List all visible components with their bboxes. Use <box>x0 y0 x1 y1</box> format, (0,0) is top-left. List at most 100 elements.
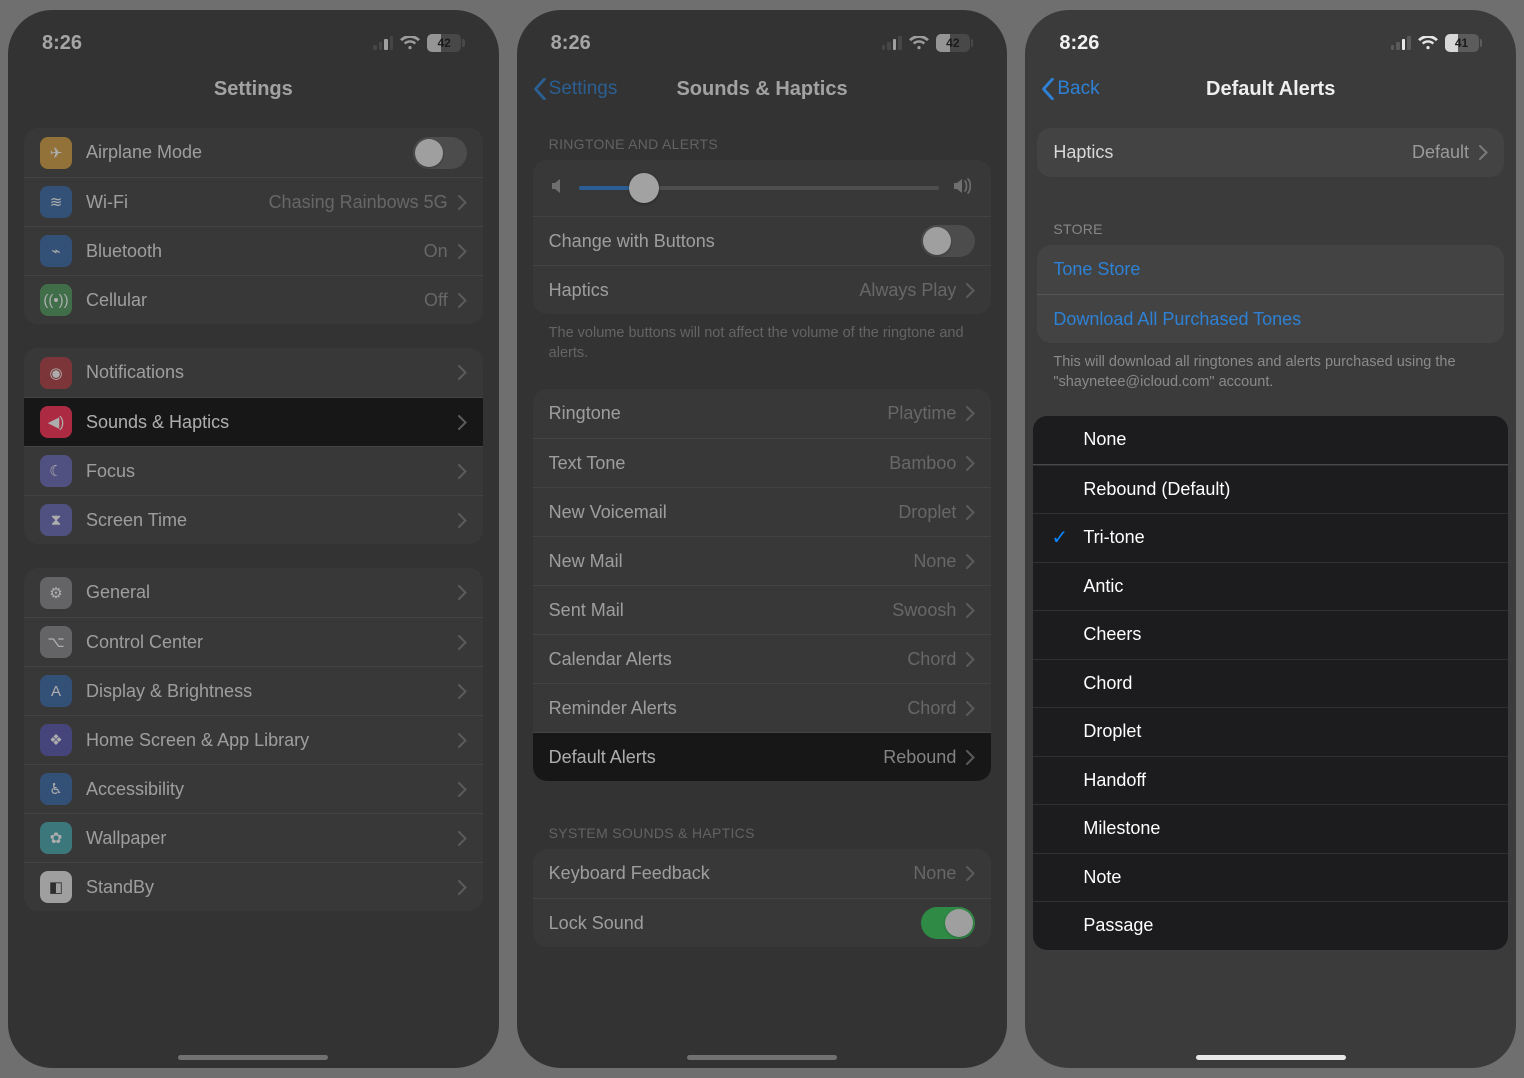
row-label: Accessibility <box>86 779 448 800</box>
row-texttone[interactable]: Text ToneBamboo <box>533 438 992 487</box>
sounds-content[interactable]: RINGTONE AND ALERTS Change with Buttons … <box>517 114 1008 1068</box>
settings-row-accessibility[interactable]: ♿︎Accessibility <box>24 764 483 813</box>
settings-row-cellular[interactable]: ((•))CellularOff <box>24 275 483 324</box>
row-sentmail[interactable]: Sent MailSwoosh <box>533 585 992 634</box>
row-label: Focus <box>86 461 448 482</box>
row-calendar[interactable]: Calendar Alerts Chord <box>533 634 992 683</box>
settings-row-controlcenter[interactable]: ⌥Control Center <box>24 617 483 666</box>
tone-option[interactable]: Antic <box>1033 562 1508 611</box>
row-label: Screen Time <box>86 510 448 531</box>
chevron-right-icon <box>458 684 467 699</box>
tone-option[interactable]: Droplet <box>1033 707 1508 756</box>
row-label: StandBy <box>86 877 448 898</box>
change-with-buttons-toggle[interactable] <box>921 225 975 257</box>
row-label: Wallpaper <box>86 828 448 849</box>
settings-row-wifi[interactable]: ≋Wi-FiChasing Rainbows 5G <box>24 177 483 226</box>
change-with-buttons-row: Change with Buttons <box>533 216 992 265</box>
row-value: Chord <box>907 649 956 670</box>
tone-option[interactable]: Handoff <box>1033 756 1508 805</box>
settings-row-focus[interactable]: ☾Focus <box>24 446 483 495</box>
settings-row-screentime[interactable]: ⧗Screen Time <box>24 495 483 544</box>
row-voicemail[interactable]: New VoicemailDroplet <box>533 487 992 536</box>
row-tonestore[interactable]: Tone Store <box>1037 245 1504 294</box>
wifi-icon <box>1418 36 1438 51</box>
settings-row-standby[interactable]: ◧StandBy <box>24 862 483 911</box>
general-icon: ⚙︎ <box>40 577 72 609</box>
settings-row-general[interactable]: ⚙︎General <box>24 568 483 617</box>
row-label: Reminder Alerts <box>549 698 900 719</box>
back-label: Settings <box>549 78 618 100</box>
haptics-row[interactable]: Haptics Default <box>1037 128 1504 177</box>
settings-row-bluetooth[interactable]: ⌁BluetoothOn <box>24 226 483 275</box>
haptics-value: Default <box>1412 142 1469 163</box>
volume-slider-row <box>533 160 992 216</box>
haptics-row[interactable]: Haptics Always Play <box>533 265 992 314</box>
row-label: Home Screen & App Library <box>86 730 448 751</box>
tone-label: Handoff <box>1083 770 1146 791</box>
settings-row-wallpaper[interactable]: ✿ Wallpaper <box>24 813 483 862</box>
tones-list: None Rebound (Default)✓Tri-toneAnticCheer… <box>1033 416 1508 950</box>
cellular-signal-icon <box>882 36 902 50</box>
tone-option[interactable]: Milestone <box>1033 804 1508 853</box>
tone-option[interactable]: Note <box>1033 853 1508 902</box>
chevron-right-icon <box>458 415 467 430</box>
tone-option[interactable]: Passage <box>1033 901 1508 950</box>
row-label: Text Tone <box>549 453 882 474</box>
phone-settings: 8:26 42 Settings ✈︎Airplane Mode≋Wi-FiCh… <box>8 10 499 1068</box>
nav-bar: Settings Sounds & Haptics <box>517 64 1008 114</box>
chevron-right-icon <box>1479 145 1488 160</box>
tone-option[interactable]: None <box>1033 416 1508 465</box>
chevron-right-icon <box>966 866 975 881</box>
row-label: Download All Purchased Tones <box>1053 309 1488 330</box>
wallpaper-icon: ✿ <box>40 822 72 854</box>
tone-label: Note <box>1083 867 1121 888</box>
row-label: Control Center <box>86 632 448 653</box>
settings-row-display[interactable]: ADisplay & Brightness <box>24 666 483 715</box>
row-value: None <box>913 863 956 884</box>
row-value: Droplet <box>898 502 956 523</box>
chevron-right-icon <box>966 505 975 520</box>
settings-row-sounds[interactable]: ◀︎) Sounds & Haptics <box>24 397 483 446</box>
row-keyboard[interactable]: Keyboard FeedbackNone <box>533 849 992 898</box>
chevron-right-icon <box>458 464 467 479</box>
tone-option[interactable]: ✓Tri-tone <box>1033 513 1508 562</box>
home-indicator[interactable] <box>687 1055 837 1060</box>
row-label: Sounds & Haptics <box>86 412 448 433</box>
sounds-icon: ◀︎) <box>40 406 72 438</box>
default-alerts-content[interactable]: Haptics Default STORE Tone StoreDownload… <box>1025 114 1516 1068</box>
chevron-right-icon <box>458 880 467 895</box>
tone-label: None <box>1083 429 1126 450</box>
row-newmail[interactable]: New MailNone <box>533 536 992 585</box>
back-button[interactable]: Back <box>1041 78 1099 100</box>
row-label: Default Alerts <box>549 747 876 768</box>
tone-option[interactable]: Cheers <box>1033 610 1508 659</box>
cellular-signal-icon <box>373 36 393 50</box>
battery-icon: 42 <box>427 34 465 52</box>
row-download[interactable]: Download All Purchased Tones <box>1037 294 1504 343</box>
airplane-toggle[interactable] <box>413 137 467 169</box>
chevron-right-icon <box>966 554 975 569</box>
tone-option[interactable]: Rebound (Default) <box>1033 465 1508 514</box>
settings-row-notifications[interactable]: ◉Notifications <box>24 348 483 397</box>
row-lock[interactable]: Lock Sound <box>533 898 992 947</box>
tone-option[interactable]: Chord <box>1033 659 1508 708</box>
chevron-right-icon <box>966 750 975 765</box>
home-indicator[interactable] <box>1196 1055 1346 1060</box>
settings-row-homescreen[interactable]: ❖Home Screen & App Library <box>24 715 483 764</box>
lock-toggle[interactable] <box>921 907 975 939</box>
battery-icon: 42 <box>936 34 974 52</box>
settings-content[interactable]: ✈︎Airplane Mode≋Wi-FiChasing Rainbows 5G… <box>8 114 499 1068</box>
settings-row-airplane[interactable]: ✈︎Airplane Mode <box>24 128 483 177</box>
row-ringtone[interactable]: RingtonePlaytime <box>533 389 992 438</box>
row-reminder[interactable]: Reminder AlertsChord <box>533 683 992 732</box>
row-label: Calendar Alerts <box>549 649 900 670</box>
back-button[interactable]: Settings <box>533 78 618 100</box>
chevron-right-icon <box>966 406 975 421</box>
row-default[interactable]: Default AlertsRebound <box>533 732 992 781</box>
volume-slider[interactable] <box>579 186 940 190</box>
section-header-ringtone: RINGTONE AND ALERTS <box>533 114 992 160</box>
row-label: Tone Store <box>1053 259 1488 280</box>
home-indicator[interactable] <box>178 1055 328 1060</box>
row-label: Sent Mail <box>549 600 885 621</box>
page-title: Settings <box>214 78 293 101</box>
